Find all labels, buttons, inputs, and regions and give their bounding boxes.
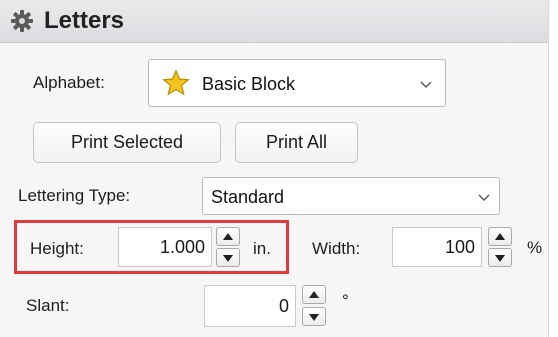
width-decrement-button[interactable]: [488, 248, 512, 267]
slant-increment-button[interactable]: [302, 285, 326, 304]
print-all-button[interactable]: Print All: [235, 122, 358, 163]
lettering-type-label: Lettering Type:: [18, 186, 131, 205]
width-input[interactable]: 100: [392, 227, 482, 267]
gear-icon: [11, 10, 33, 32]
letters-panel: Letters Alphabet: Basic Block Print Sele…: [0, 0, 549, 337]
height-highlight-box: [14, 220, 289, 274]
panel-header: Letters: [0, 0, 548, 43]
slant-spinner: [302, 285, 326, 327]
width-spinner: [488, 227, 512, 267]
chevron-down-icon: [420, 81, 432, 88]
panel-title: Letters: [44, 7, 125, 34]
chevron-down-icon: [478, 194, 490, 201]
alphabet-dropdown[interactable]: Basic Block: [148, 59, 446, 107]
lettering-type-value: Standard: [211, 187, 285, 207]
slant-unit: °: [342, 291, 349, 310]
print-selected-button[interactable]: Print Selected: [33, 122, 221, 163]
slant-label: Slant:: [26, 296, 70, 315]
lettering-type-dropdown[interactable]: Standard: [202, 177, 500, 215]
slant-input[interactable]: 0: [204, 285, 296, 327]
width-unit: %: [527, 238, 543, 257]
star-icon: [162, 69, 190, 96]
width-increment-button[interactable]: [488, 227, 512, 246]
width-label: Width:: [312, 239, 361, 258]
arrow-up-icon: [309, 291, 319, 298]
arrow-up-icon: [495, 233, 505, 240]
alphabet-value: Basic Block: [202, 74, 296, 94]
slant-decrement-button[interactable]: [302, 307, 326, 326]
arrow-down-icon: [495, 255, 505, 262]
arrow-down-icon: [309, 314, 319, 321]
alphabet-label: Alphabet:: [33, 73, 105, 92]
